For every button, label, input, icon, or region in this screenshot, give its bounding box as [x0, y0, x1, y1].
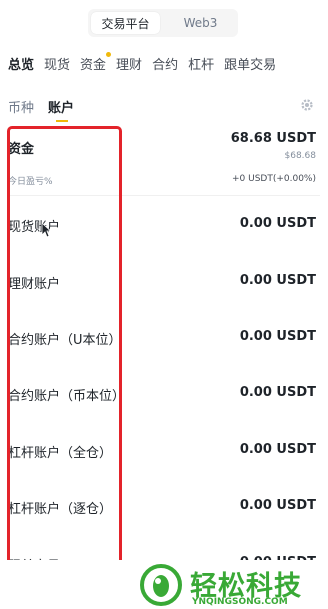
tab-trading-platform[interactable]: 交易平台: [91, 12, 160, 34]
tab-spot[interactable]: 现货: [44, 54, 70, 73]
notification-dot: [106, 51, 112, 57]
funds-value: 68.68 USDT: [230, 131, 316, 146]
tab-earn[interactable]: 理财: [116, 54, 142, 73]
account-name: 杠杆账户（逐仓）: [8, 502, 113, 517]
account-name: 合约账户（U本位）: [8, 333, 122, 348]
divider: [8, 195, 320, 196]
pnl-label: 今日盈亏%: [8, 177, 53, 187]
account-value: 0.00 USDT: [239, 273, 316, 288]
account-value: 0.00 USDT: [239, 329, 316, 344]
tab-web3[interactable]: Web3: [166, 12, 235, 34]
watermark: 轻松科技 YNQINGSONG.COM: [0, 560, 328, 609]
tab-margin[interactable]: 杠杆: [188, 54, 214, 73]
account-name: 杠杆账户（全仓）: [8, 446, 113, 461]
account-value: 0.00 USDT: [239, 216, 316, 231]
funds-sub-value: $68.68: [284, 151, 317, 161]
cursor-icon: [41, 222, 51, 238]
account-name: 现货账户: [8, 220, 61, 235]
account-value: 0.00 USDT: [239, 498, 316, 513]
wallet-nav: 总览 现货 资金 理财 合约 杠杆 跟单交易: [0, 50, 328, 76]
account-value: 0.00 USDT: [239, 442, 316, 457]
tab-futures[interactable]: 合约: [152, 54, 178, 73]
tab-funding[interactable]: 资金: [80, 51, 112, 73]
watermark-logo-icon: [140, 564, 182, 606]
watermark-url: YNQINGSONG.COM: [192, 597, 288, 607]
subtab-coin[interactable]: 币种: [8, 97, 34, 116]
view-switch: 币种 账户: [8, 97, 88, 122]
account-value: 0.00 USDT: [239, 385, 316, 400]
tab-funding-label: 资金: [80, 57, 107, 73]
platform-switch: 交易平台 Web3: [88, 9, 238, 37]
funds-label: 资金: [8, 142, 35, 157]
account-name: 合约账户（币本位）: [8, 389, 126, 404]
pnl-value: +0 USDT(+0.00%): [231, 174, 316, 184]
gear-icon[interactable]: [300, 98, 314, 112]
account-name: 理财账户: [8, 277, 61, 292]
tab-overview[interactable]: 总览: [8, 54, 34, 73]
subtab-account[interactable]: 账户: [48, 97, 74, 122]
tab-copy-trading[interactable]: 跟单交易: [224, 54, 276, 73]
